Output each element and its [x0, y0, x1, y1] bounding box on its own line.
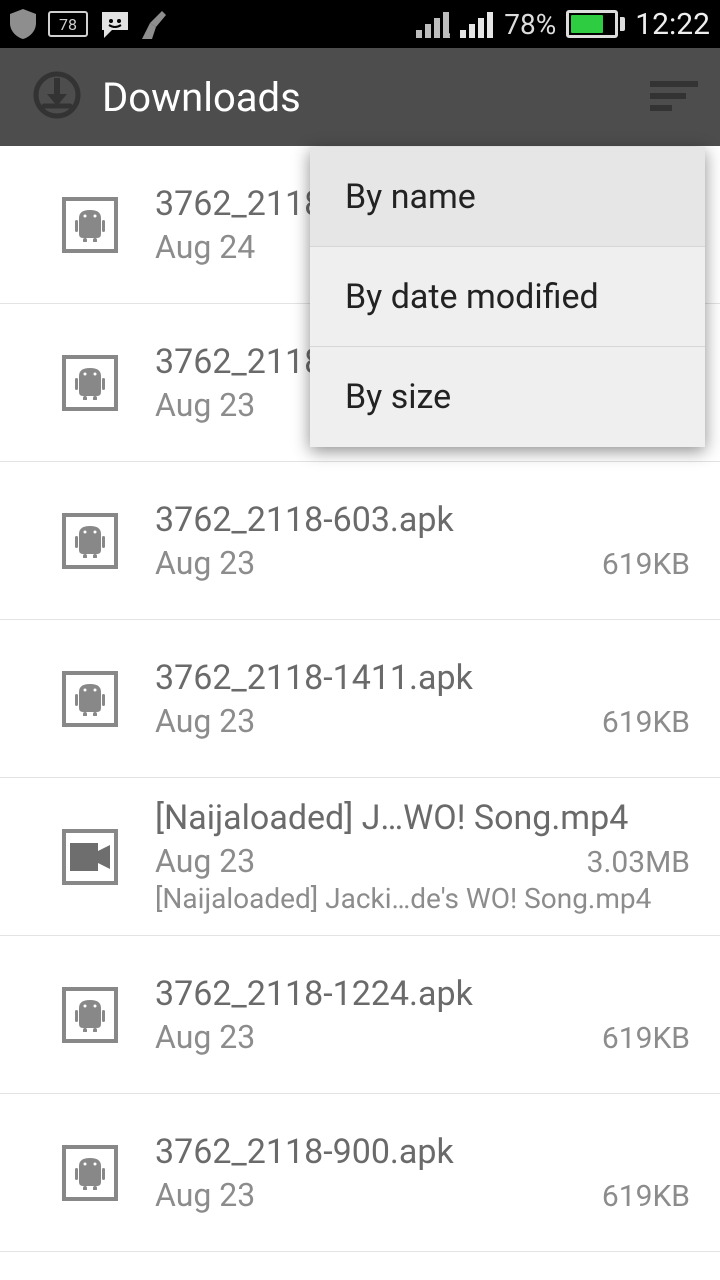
app-bar: Downloads [0, 48, 720, 146]
battery-icon [566, 10, 625, 38]
clock-text: 12:22 [635, 7, 710, 42]
file-size: 619KB [602, 705, 690, 740]
list-item[interactable]: 3762_2118-603.apk Aug 23 619KB [0, 462, 720, 620]
broom-icon [142, 9, 170, 39]
list-item[interactable]: 3762_2118-1411.apk Aug 23 619KB [0, 620, 720, 778]
file-name: 3762_2118-1224.apk [155, 974, 690, 1014]
sort-by-name[interactable]: By name [310, 147, 705, 247]
sort-by-size[interactable]: By size [310, 347, 705, 447]
android-icon [62, 987, 118, 1043]
battery-level-box: 78 [48, 11, 88, 37]
page-title: Downloads [102, 74, 301, 121]
file-fullname: [Naijaloaded] Jacki…de's WO! Song.mp4 [155, 882, 690, 915]
video-icon [62, 829, 118, 885]
android-icon [62, 671, 118, 727]
file-date: Aug 23 [155, 702, 255, 740]
file-size: 619KB [602, 1021, 690, 1056]
sort-menu: By name By date modified By size [310, 147, 705, 447]
shield-icon [10, 9, 36, 39]
android-icon [62, 513, 118, 569]
list-item[interactable]: 3762_2118-900.apk Aug 23 619KB [0, 1094, 720, 1252]
file-date: Aug 23 [155, 386, 255, 424]
status-bar: 78 [0, 0, 720, 48]
file-date: Aug 23 [155, 544, 255, 582]
menu-item-label: By name [345, 177, 476, 217]
list-item[interactable]: [Naijaloaded] J…WO! Song.mp4 Aug 23 3.03… [0, 778, 720, 936]
signal-weak-icon [416, 10, 450, 38]
android-icon [62, 197, 118, 253]
file-size: 619KB [602, 547, 690, 582]
menu-item-label: By size [345, 377, 451, 417]
file-date: Aug 24 [155, 228, 255, 266]
file-name: 3762_2118-603.apk [155, 500, 690, 540]
signal-full-icon [460, 10, 494, 38]
file-name: 3762_2118-900.apk [155, 1132, 690, 1172]
battery-level-label: 78 [59, 15, 77, 34]
file-date: Aug 23 [155, 1176, 255, 1214]
file-name: 3762_2118-1411.apk [155, 658, 690, 698]
list-item[interactable]: 3762_2118-1224.apk Aug 23 619KB [0, 936, 720, 1094]
chat-icon [100, 10, 130, 38]
menu-item-label: By date modified [345, 277, 599, 317]
file-date: Aug 23 [155, 842, 255, 880]
downloads-icon [32, 70, 82, 124]
file-size: 619KB [602, 1179, 690, 1214]
battery-percent-text: 78% [504, 8, 556, 41]
sort-by-date-modified[interactable]: By date modified [310, 247, 705, 347]
file-size: 3.03MB [587, 845, 690, 880]
file-date: Aug 23 [155, 1018, 255, 1056]
android-icon [62, 355, 118, 411]
file-name: [Naijaloaded] J…WO! Song.mp4 [155, 798, 690, 838]
sort-button[interactable] [646, 75, 702, 119]
android-icon [62, 1145, 118, 1201]
